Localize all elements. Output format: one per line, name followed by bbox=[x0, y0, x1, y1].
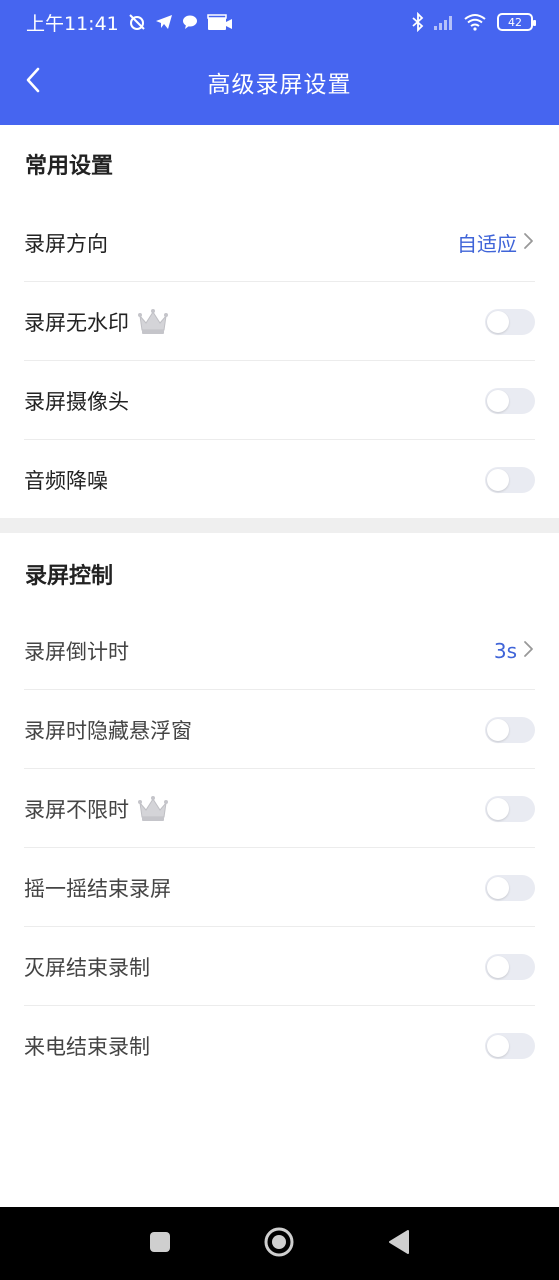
square-icon bbox=[148, 1230, 172, 1258]
row-label: 摇一摇结束录屏 bbox=[24, 876, 171, 901]
row-label: 录屏方向 bbox=[24, 231, 108, 256]
row-incoming-call-stop: 来电结束录制 bbox=[0, 1006, 559, 1085]
row-value: 自适应 bbox=[457, 232, 517, 256]
toggle-knob bbox=[487, 1034, 509, 1057]
row-noise-reduction: 音频降噪 bbox=[0, 440, 559, 519]
row-label: 音频降噪 bbox=[24, 468, 108, 493]
toggle-noise-reduction[interactable] bbox=[485, 466, 535, 493]
telegram-icon bbox=[155, 13, 173, 31]
row-right: 3s bbox=[494, 639, 535, 663]
row-record-orientation[interactable]: 录屏方向 自适应 bbox=[0, 203, 559, 282]
row-right bbox=[485, 716, 535, 743]
toggle-knob bbox=[487, 310, 509, 333]
status-right: 42 bbox=[411, 12, 536, 32]
row-unlimited-time: 录屏不限时 bbox=[0, 769, 559, 848]
row-label: 来电结束录制 bbox=[24, 1034, 150, 1059]
chat-icon bbox=[181, 13, 199, 31]
row-label-wrap: 录屏不限时 bbox=[24, 794, 169, 824]
battery-level: 42 bbox=[508, 15, 522, 29]
app-header: 上午11:41 42 高级录屏设置 bbox=[0, 0, 559, 125]
toggle-camera[interactable] bbox=[485, 387, 535, 414]
toggle-hide-floating-window[interactable] bbox=[485, 716, 535, 743]
row-hide-floating-window: 录屏时隐藏悬浮窗 bbox=[0, 690, 559, 769]
toggle-knob bbox=[487, 468, 509, 491]
toggle-screen-off-stop[interactable] bbox=[485, 953, 535, 980]
video-icon bbox=[207, 13, 233, 31]
row-right bbox=[485, 1032, 535, 1059]
row-value: 3s bbox=[493, 638, 517, 663]
row-label: 录屏无水印 bbox=[24, 310, 129, 335]
toggle-knob bbox=[487, 876, 509, 899]
row-no-watermark: 录屏无水印 bbox=[0, 282, 559, 361]
row-right bbox=[485, 308, 535, 335]
nav-bar-top: 高级录屏设置 bbox=[0, 44, 559, 125]
chevron-right-icon bbox=[521, 639, 535, 663]
row-label: 录屏摄像头 bbox=[24, 389, 129, 414]
row-screen-off-stop: 灭屏结束录制 bbox=[0, 927, 559, 1006]
toggle-no-watermark[interactable] bbox=[485, 308, 535, 335]
row-camera: 录屏摄像头 bbox=[0, 361, 559, 440]
row-right bbox=[485, 874, 535, 901]
bluetooth-icon bbox=[411, 12, 425, 32]
row-shake-to-stop: 摇一摇结束录屏 bbox=[0, 848, 559, 927]
chevron-left-icon bbox=[24, 66, 44, 98]
row-countdown[interactable]: 录屏倒计时 3s bbox=[0, 611, 559, 690]
status-bar: 上午11:41 42 bbox=[0, 0, 559, 44]
row-right bbox=[485, 953, 535, 980]
toggle-knob bbox=[487, 955, 509, 978]
row-right bbox=[485, 466, 535, 493]
wifi-icon bbox=[463, 13, 487, 31]
alarm-off-icon bbox=[127, 12, 147, 32]
recent-apps-button[interactable] bbox=[135, 1219, 185, 1269]
back-button[interactable] bbox=[14, 62, 54, 102]
row-right bbox=[485, 387, 535, 414]
toggle-shake-to-stop[interactable] bbox=[485, 874, 535, 901]
toggle-knob bbox=[487, 389, 509, 412]
section-title-common: 常用设置 bbox=[25, 154, 114, 179]
crown-icon bbox=[137, 308, 169, 336]
circle-icon bbox=[263, 1226, 295, 1262]
toggle-incoming-call-stop[interactable] bbox=[485, 1032, 535, 1059]
section-separator bbox=[0, 518, 559, 533]
toggle-unlimited-time[interactable] bbox=[485, 795, 535, 822]
triangle-back-icon bbox=[387, 1229, 411, 1259]
row-label-wrap: 录屏无水印 bbox=[24, 307, 169, 337]
system-nav-bar bbox=[0, 1207, 559, 1280]
section-title-control: 录屏控制 bbox=[25, 564, 114, 589]
battery-icon: 42 bbox=[497, 13, 536, 31]
signal-icon bbox=[433, 13, 455, 31]
row-label: 灭屏结束录制 bbox=[24, 955, 150, 980]
toggle-knob bbox=[487, 718, 509, 741]
row-label: 录屏不限时 bbox=[24, 797, 129, 822]
status-left: 上午11:41 bbox=[26, 9, 233, 36]
row-label: 录屏时隐藏悬浮窗 bbox=[24, 718, 192, 743]
system-back-button[interactable] bbox=[374, 1219, 424, 1269]
crown-icon bbox=[137, 795, 169, 823]
home-button[interactable] bbox=[254, 1219, 304, 1269]
row-right: 自适应 bbox=[457, 228, 535, 257]
toggle-knob bbox=[487, 797, 509, 820]
page-title: 高级录屏设置 bbox=[207, 72, 352, 98]
chevron-right-icon bbox=[521, 231, 535, 255]
status-time: 上午11:41 bbox=[26, 12, 119, 35]
row-label: 录屏倒计时 bbox=[24, 639, 129, 664]
row-right bbox=[485, 795, 535, 822]
